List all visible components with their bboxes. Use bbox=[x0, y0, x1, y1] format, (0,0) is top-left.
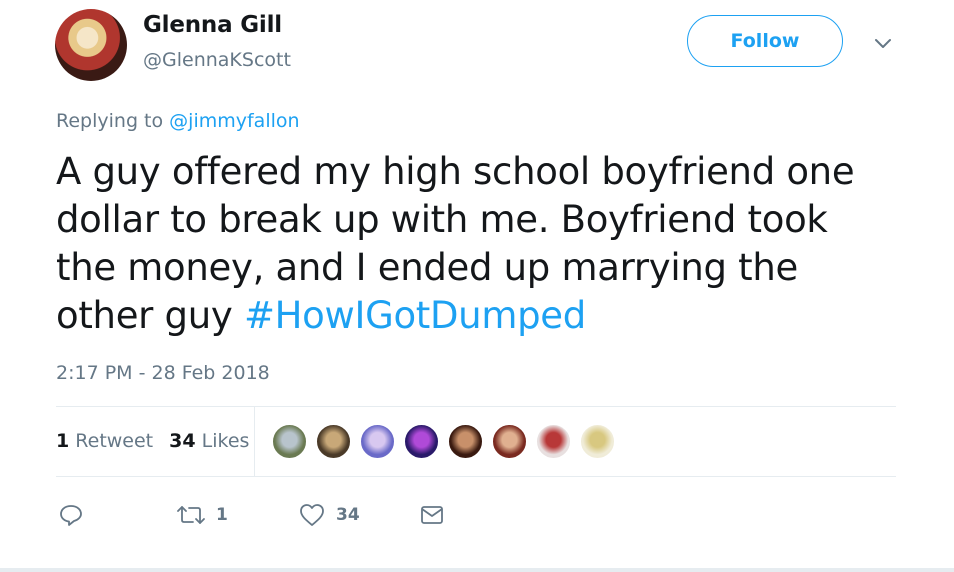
chevron-down-icon[interactable] bbox=[871, 34, 895, 54]
engagement-stats: 1 Retweet 34 Likes bbox=[56, 430, 249, 452]
liker-avatar[interactable] bbox=[448, 424, 483, 459]
liker-avatar[interactable] bbox=[580, 424, 615, 459]
direct-message-button[interactable] bbox=[419, 498, 445, 532]
reply-button[interactable] bbox=[58, 498, 84, 532]
retweet-icon bbox=[176, 502, 206, 528]
hashtag-link[interactable]: #HowIGotDumped bbox=[244, 294, 586, 337]
like-label: Likes bbox=[201, 430, 250, 452]
retweet-label: Retweet bbox=[75, 430, 154, 452]
user-handle[interactable]: @GlennaKScott bbox=[143, 49, 291, 71]
display-name[interactable]: Glenna Gill bbox=[143, 12, 282, 38]
replying-to: Replying to @jimmyfallon bbox=[56, 110, 300, 132]
divider bbox=[254, 407, 255, 476]
reply-icon bbox=[58, 502, 84, 528]
heart-icon bbox=[298, 502, 326, 528]
avatar[interactable] bbox=[55, 9, 127, 81]
follow-button[interactable]: Follow bbox=[687, 15, 843, 67]
retweet-action-count: 1 bbox=[216, 505, 228, 525]
liker-avatar[interactable] bbox=[536, 424, 571, 459]
timestamp[interactable]: 2:17 PM - 28 Feb 2018 bbox=[56, 362, 270, 384]
like-action-count: 34 bbox=[336, 505, 360, 525]
liker-avatar[interactable] bbox=[404, 424, 439, 459]
liker-avatar[interactable] bbox=[360, 424, 395, 459]
envelope-icon bbox=[419, 502, 445, 528]
like-button[interactable]: 34 bbox=[298, 498, 360, 532]
retweet-count: 1 bbox=[56, 430, 70, 452]
retweet-button[interactable]: 1 bbox=[176, 498, 228, 532]
tweet-text: A guy offered my high school boyfriend o… bbox=[56, 148, 896, 340]
mention-link[interactable]: @jimmyfallon bbox=[169, 110, 299, 132]
like-count: 34 bbox=[169, 430, 196, 452]
liker-avatar[interactable] bbox=[316, 424, 351, 459]
retweets-stat[interactable]: 1 Retweet bbox=[56, 430, 153, 452]
likes-stat[interactable]: 34 Likes bbox=[169, 430, 249, 452]
divider bbox=[56, 476, 896, 477]
divider bbox=[56, 406, 896, 407]
replying-to-label: Replying to bbox=[56, 110, 164, 132]
divider bbox=[0, 568, 954, 572]
tweet-actions: 1 34 bbox=[56, 498, 896, 532]
liker-avatar[interactable] bbox=[272, 424, 307, 459]
liker-avatar[interactable] bbox=[492, 424, 527, 459]
